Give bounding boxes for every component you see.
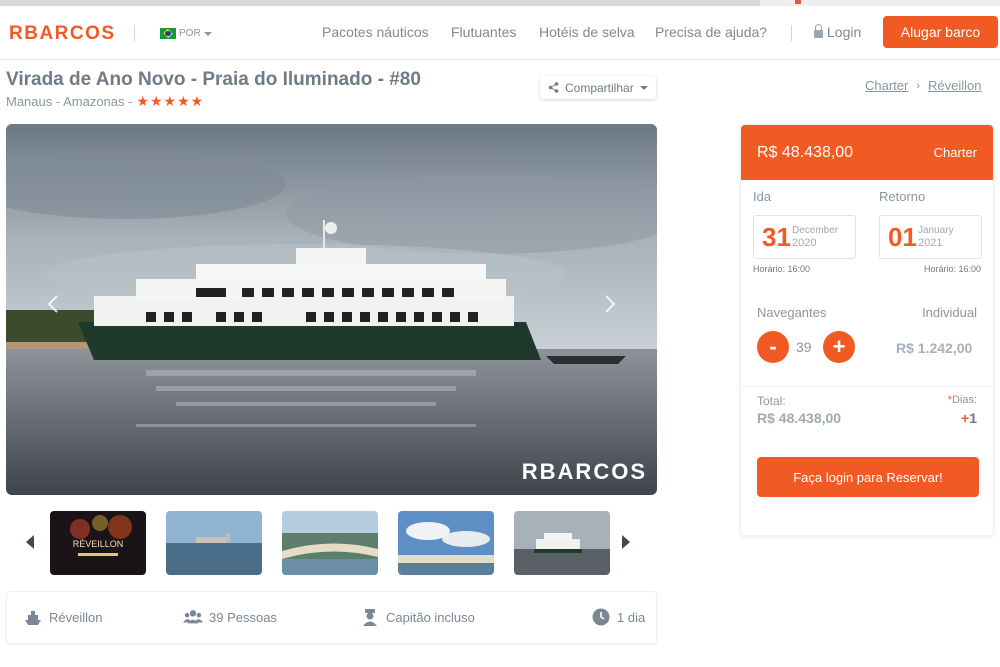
chevron-right-icon: › — [916, 79, 921, 92]
features-bar: Réveillon 39 Pessoas Capitão incluso 1 d… — [6, 591, 657, 644]
language-selector[interactable]: POR — [160, 28, 212, 39]
feature-duration: 1 dia — [591, 607, 645, 627]
total-label: Total: — [757, 394, 786, 408]
feature-label: Réveillon — [49, 609, 103, 625]
lock-icon — [814, 23, 823, 38]
login-link[interactable]: Login — [814, 23, 862, 40]
share-button[interactable]: Compartilhar — [540, 76, 656, 99]
ida-day: 31 — [762, 222, 791, 252]
thumb-caption: RÉVEILLON — [73, 539, 124, 549]
dias-text: Dias: — [951, 394, 977, 406]
ida-date-picker[interactable]: 31 December 2020 — [753, 215, 856, 259]
nav-item-flutuantes[interactable]: Flutuantes — [451, 24, 516, 40]
login-label: Login — [827, 24, 862, 40]
booking-type: Charter — [933, 145, 977, 160]
ida-month: December — [792, 225, 839, 236]
dias-number: 1 — [969, 410, 977, 426]
nav-item-hoteis[interactable]: Hotéis de selva — [539, 24, 635, 40]
retorno-year: 2021 — [918, 237, 943, 249]
browser-tab-indicator — [795, 0, 801, 4]
retorno-date-picker[interactable]: 01 January 2021 — [879, 215, 982, 259]
breadcrumb-charter[interactable]: Charter — [865, 78, 908, 93]
ida-label: Ida — [753, 189, 772, 204]
decrease-button[interactable]: - — [757, 331, 789, 363]
ida-time: Horário: 16:00 — [753, 264, 811, 274]
prev-image-arrow[interactable] — [46, 294, 60, 314]
nav-item-ajuda[interactable]: Precisa de ajuda? — [655, 24, 767, 40]
watermark-logo: RBARCOS — [521, 459, 647, 484]
rating-stars: ★★★★★ — [136, 93, 205, 109]
carousel-prev-icon[interactable] — [26, 535, 34, 549]
thumbnail-carousel: RÉVEILLON — [20, 509, 640, 575]
booking-header: R$ 48.438,00 Charter — [741, 125, 993, 180]
feature-label: 1 dia — [617, 609, 646, 625]
chevron-down-icon — [203, 31, 212, 36]
people-icon — [183, 610, 203, 624]
header-divider — [791, 25, 792, 41]
increase-button[interactable]: + — [823, 331, 855, 363]
header-divider — [134, 25, 135, 41]
feature-label: Capitão incluso — [386, 609, 475, 625]
dias-plus: + — [961, 410, 970, 426]
feature-type: Réveillon — [23, 607, 102, 627]
boat-photo — [6, 124, 657, 495]
breadcrumb-reveillon[interactable]: Réveillon — [928, 78, 981, 93]
logo[interactable]: RBARCOS — [9, 23, 116, 45]
thumb-reveillon[interactable]: RÉVEILLON — [50, 511, 146, 575]
language-code: POR — [179, 28, 201, 39]
breadcrumb: Charter › Réveillon — [865, 78, 982, 93]
retorno-label: Retorno — [879, 189, 926, 204]
individual-price: R$ 1.242,00 — [896, 340, 973, 356]
captain-icon — [363, 609, 377, 626]
dias-value: +1 — [961, 410, 977, 426]
thumb-sky-beach[interactable] — [398, 511, 494, 575]
listing-location: Manaus - Amazonas - ★★★★★ — [6, 93, 204, 110]
booking-card: R$ 48.438,00 Charter Ida Retorno 31 Dece… — [740, 124, 994, 536]
feature-captain: Capitão incluso — [360, 607, 475, 627]
boat-icon — [25, 611, 41, 625]
retorno-time: Horário: 16:00 — [923, 264, 981, 274]
hero-image[interactable]: RBARCOS — [6, 124, 657, 495]
retorno-day: 01 — [888, 222, 917, 252]
thumb-beach-aerial[interactable] — [282, 511, 378, 575]
thumb-river-city[interactable] — [166, 511, 262, 575]
reserve-button[interactable]: Faça login para Reservar! — [757, 457, 979, 497]
thumb-boat[interactable] — [514, 511, 610, 575]
ida-year: 2020 — [792, 237, 817, 249]
chevron-down-icon — [639, 85, 648, 90]
dias-label: *Dias: — [948, 394, 977, 406]
rent-boat-button[interactable]: Alugar barco — [883, 16, 998, 48]
next-image-arrow[interactable] — [603, 294, 617, 314]
page-title: Virada de Ano Novo - Praia do Iluminado … — [6, 69, 421, 90]
share-icon — [548, 82, 559, 93]
retorno-month: January — [918, 225, 954, 236]
total-value: R$ 48.438,00 — [757, 410, 842, 426]
site-header: RBARCOS POR Pacotes náuticos Flutuantes … — [0, 6, 1000, 60]
share-label: Compartilhar — [565, 80, 634, 95]
card-divider — [741, 386, 993, 387]
navegantes-label: Navegantes — [757, 305, 827, 320]
nav-item-pacotes[interactable]: Pacotes náuticos — [322, 24, 429, 40]
quantity-value: 39 — [796, 339, 812, 355]
location-text: Manaus - Amazonas - — [6, 94, 133, 109]
feature-label: 39 Pessoas — [209, 609, 277, 625]
booking-price: R$ 48.438,00 — [757, 143, 854, 161]
individual-label: Individual — [922, 305, 977, 320]
brazil-flag-icon — [160, 28, 176, 39]
feature-capacity: 39 Pessoas — [183, 607, 277, 627]
clock-icon — [592, 608, 610, 626]
carousel-next-icon[interactable] — [622, 535, 630, 549]
